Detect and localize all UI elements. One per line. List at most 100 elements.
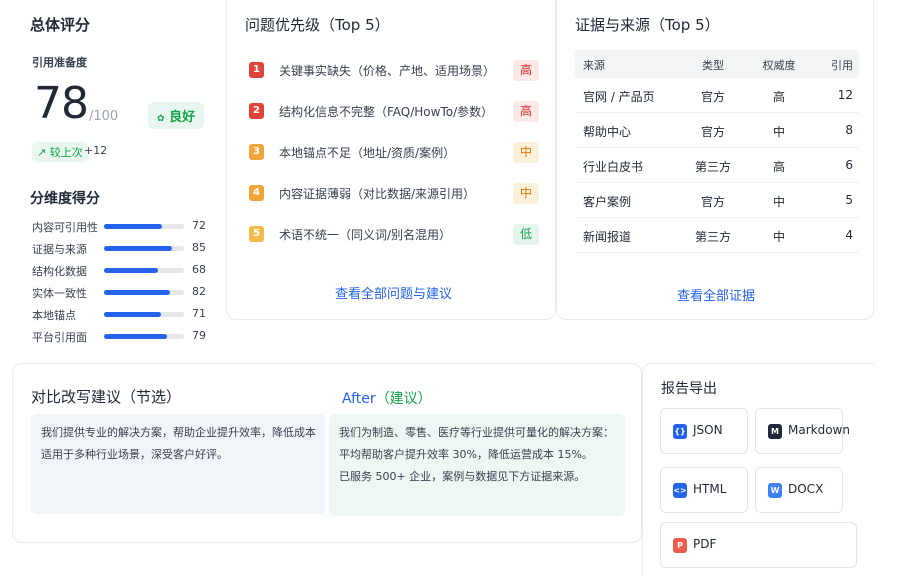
export-pdf-button[interactable]: P PDF bbox=[660, 522, 857, 568]
cell-refs: 12 bbox=[837, 88, 853, 102]
issues-title: 问题优先级（Top 5） bbox=[245, 16, 390, 34]
export-docx-button[interactable]: W DOCX bbox=[755, 467, 843, 513]
delta-badge: ↗ 较上次 bbox=[32, 142, 88, 162]
before-text-line: 我们提供专业的解决方案，帮助企业提升效率，降低成本 bbox=[41, 426, 316, 439]
issue-text: 内容证据薄弱（对比数据/来源引用） bbox=[279, 187, 476, 201]
cell-source: 官网 / 产品页 bbox=[583, 90, 655, 104]
evidence-card: 证据与来源（Top 5） 来源 类型 权威度 引用 官网 / 产品页 官方高 12 帮… bbox=[556, 0, 874, 320]
cell-source: 客户案例 bbox=[583, 195, 632, 209]
trend-up-icon: ↗ bbox=[37, 146, 47, 159]
export-json-button[interactable]: {} JSON bbox=[660, 408, 748, 454]
dimension-value: 72 bbox=[192, 219, 206, 232]
priority-tag: 中 bbox=[513, 142, 539, 163]
header-refs: 引用 bbox=[831, 59, 853, 72]
rewrite-card: 对比改写建议（节选） After（建议） 我们提供专业的解决方案，帮助企业提升效… bbox=[12, 363, 642, 543]
table-row[interactable]: 客户案例 官方 中 5 bbox=[575, 183, 859, 218]
after-text-line: 我们为制造、零售、医疗等行业提供可量化的解决方案： bbox=[339, 426, 614, 439]
issue-number: 5 bbox=[249, 226, 264, 242]
priority-tag: 高 bbox=[513, 60, 539, 81]
overall-score-card: 总体评分 引用准备度 78 /100 ✿ 良好 ↗ 较上次 +12 分维度得分 … bbox=[12, 0, 226, 363]
overall-title: 总体评分 bbox=[30, 16, 91, 34]
cell-authority: 中 bbox=[772, 195, 785, 209]
dimension-row: 内容可引用性 72 bbox=[32, 219, 222, 235]
table-header: 来源 类型 权威度 引用 bbox=[575, 50, 859, 78]
table-row[interactable]: 新闻报道 第三方 中 4 bbox=[575, 218, 859, 253]
dimension-bar-track bbox=[104, 312, 184, 317]
issue-row[interactable]: 5 术语不统一（同义词/别名混用） 低 bbox=[249, 224, 539, 246]
cell-type: 第三方 bbox=[694, 230, 731, 244]
dimension-bar-track bbox=[104, 290, 184, 295]
evidence-title: 证据与来源（Top 5） bbox=[575, 16, 720, 34]
dimension-bar-fill bbox=[104, 224, 162, 229]
evidence-table: 来源 类型 权威度 引用 官网 / 产品页 官方高 12 帮助中心 官方中 8 行业白皮书第… bbox=[575, 50, 859, 253]
header-type: 类型 bbox=[702, 59, 724, 72]
export-label: HTML bbox=[693, 482, 727, 496]
table-row[interactable]: 帮助中心 官方 中 8 bbox=[575, 113, 859, 148]
dimension-bar-track bbox=[104, 334, 184, 339]
export-html-button[interactable]: <> HTML bbox=[660, 467, 748, 513]
dimension-bar-fill bbox=[104, 334, 168, 339]
issue-row[interactable]: 4 内容证据薄弱（对比数据/来源引用） 中 bbox=[249, 183, 539, 205]
after-title: After（建议） bbox=[342, 388, 432, 408]
before-text-line: 适用于多种行业场景，深受客户好评。 bbox=[41, 448, 228, 461]
issues-card: 问题优先级（Top 5） 1 关键事实缺失（价格、产地、适用场景） 高 2 结构化信息不… bbox=[226, 0, 556, 320]
after-label: After bbox=[342, 391, 376, 407]
rewrite-title: 对比改写建议（节选） bbox=[31, 388, 182, 406]
dimension-bar-track bbox=[104, 246, 184, 251]
cell-refs: 6 bbox=[845, 158, 853, 172]
issue-row[interactable]: 1 关键事实缺失（价格、产地、适用场景） 高 bbox=[249, 60, 539, 82]
delta-label: 较上次 bbox=[49, 146, 83, 159]
export-title: 报告导出 bbox=[661, 381, 717, 397]
export-label: PDF bbox=[693, 537, 717, 551]
view-all-issues-link[interactable]: 查看全部问题与建议 bbox=[335, 283, 452, 302]
dimension-value: 79 bbox=[192, 329, 206, 342]
json-file-icon: {} bbox=[673, 424, 687, 439]
cell-authority: 高 bbox=[772, 160, 785, 174]
dimension-row: 本地锚点 71 bbox=[32, 307, 222, 323]
view-all-evidence-link[interactable]: 查看全部证据 bbox=[677, 285, 755, 304]
issue-number: 2 bbox=[249, 103, 264, 119]
cell-type: 官方 bbox=[700, 90, 725, 104]
dimension-label: 本地锚点 bbox=[32, 309, 76, 322]
issue-row[interactable]: 2 结构化信息不完整（FAQ/HowTo/参数） 高 bbox=[249, 101, 539, 123]
priority-tag: 中 bbox=[513, 183, 539, 204]
issue-text: 结构化信息不完整（FAQ/HowTo/参数） bbox=[279, 105, 494, 119]
export-markdown-button[interactable]: M Markdown bbox=[755, 408, 850, 454]
table-row[interactable]: 行业白皮书 第三方 高 6 bbox=[575, 148, 859, 183]
export-card: 报告导出 {} JSON M Markdown <> HTML W DOCX P PDF bbox=[642, 363, 874, 575]
dimension-row: 证据与来源 85 bbox=[32, 241, 222, 257]
dimension-label: 实体一致性 bbox=[32, 287, 87, 300]
dimension-bar-fill bbox=[104, 312, 161, 317]
after-suffix: （建议） bbox=[375, 391, 432, 407]
export-label: Markdown bbox=[788, 423, 850, 437]
cell-type: 官方 bbox=[700, 125, 725, 139]
dimension-label: 证据与来源 bbox=[32, 243, 87, 256]
readiness-label: 引用准备度 bbox=[32, 56, 87, 69]
rating-badge: ✿ 良好 bbox=[148, 102, 205, 129]
score-max: /100 bbox=[89, 109, 119, 124]
table-row[interactable]: 官网 / 产品页 官方 高 12 bbox=[575, 78, 859, 113]
dimension-row: 平台引用面 79 bbox=[32, 329, 222, 345]
issue-row[interactable]: 3 本地锚点不足（地址/资质/案例） 中 bbox=[249, 142, 539, 164]
dimension-bar-fill bbox=[104, 268, 159, 273]
cell-refs: 4 bbox=[845, 228, 853, 242]
cell-authority: 中 bbox=[772, 125, 785, 139]
dimension-value: 71 bbox=[192, 307, 206, 320]
dimension-bar-track bbox=[104, 224, 184, 229]
issue-text: 本地锚点不足（地址/资质/案例） bbox=[279, 146, 456, 160]
docx-file-icon: W bbox=[768, 483, 782, 498]
issue-number: 1 bbox=[249, 62, 264, 78]
after-text-line: 平均帮助客户提升效率 30%，降低运营成本 15%。 bbox=[339, 448, 593, 461]
html-file-icon: <> bbox=[673, 483, 687, 498]
priority-tag: 低 bbox=[513, 224, 539, 245]
cell-authority: 中 bbox=[772, 230, 785, 244]
dimension-row: 结构化数据 68 bbox=[32, 263, 222, 279]
dimension-row: 实体一致性 82 bbox=[32, 285, 222, 301]
cell-refs: 5 bbox=[845, 193, 853, 207]
priority-tag: 高 bbox=[513, 101, 539, 122]
before-text-box: 我们提供专业的解决方案，帮助企业提升效率，降低成本 适用于多种行业场景，深受客户好… bbox=[31, 414, 325, 514]
dimension-bar-fill bbox=[104, 290, 170, 295]
export-label: DOCX bbox=[788, 482, 824, 496]
dimension-label: 平台引用面 bbox=[32, 331, 87, 344]
cell-source: 新闻报道 bbox=[583, 230, 632, 244]
